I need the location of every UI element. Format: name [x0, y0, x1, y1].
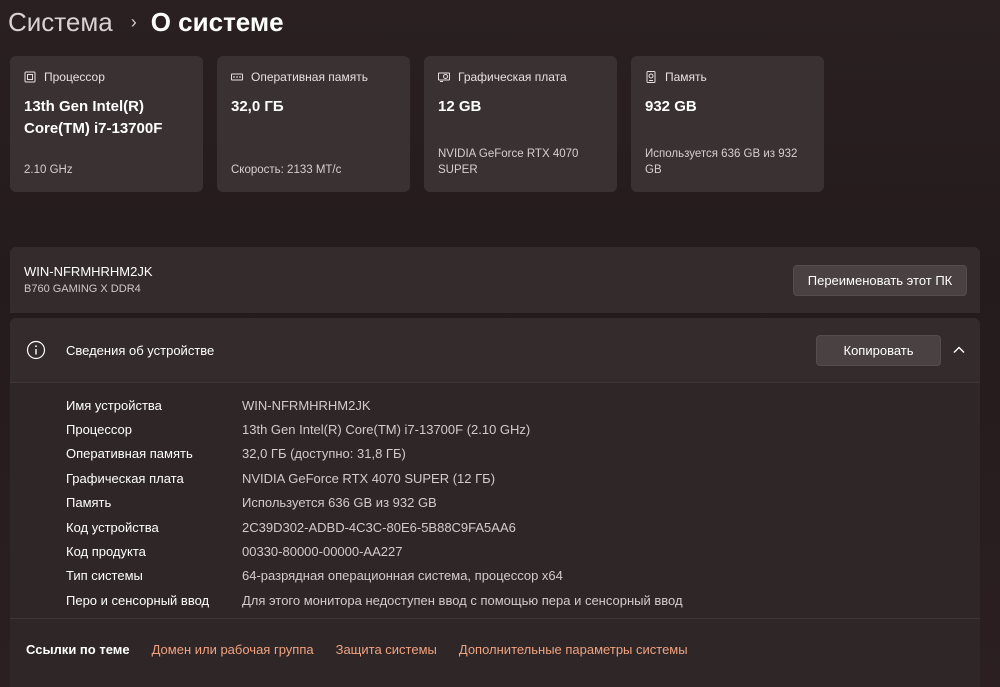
card-sub: NVIDIA GeForce RTX 4070 SUPER — [438, 148, 579, 176]
spec-label: Тип системы — [66, 568, 143, 584]
spec-value: 64-разрядная операционная система, проце… — [242, 568, 563, 584]
device-info-panel: Сведения об устройстве Копировать Имя ус… — [10, 318, 980, 687]
spec-label: Код устройства — [66, 519, 159, 535]
storage-icon — [645, 71, 657, 83]
card-gpu: Графическая плата 12 GB NVIDIA GeForce R… — [424, 56, 617, 192]
gpu-icon — [438, 71, 450, 83]
spec-row-product-id: Код продукта 00330-80000-00000-AA227 — [66, 539, 683, 563]
copy-button[interactable]: Копировать — [816, 335, 941, 366]
pc-name-panel: WIN-NFRMHRHM2JK B760 GAMING X DDR4 Переи… — [10, 247, 980, 313]
breadcrumb-separator: › — [130, 11, 137, 32]
related-links: Ссылки по теме Домен или рабочая группа … — [10, 618, 980, 679]
ram-icon — [231, 71, 243, 83]
spec-label: Процессор — [66, 422, 132, 438]
spec-row-system-type: Тип системы 64-разрядная операционная си… — [66, 564, 683, 588]
card-value: 932 GB — [645, 98, 697, 115]
spec-row-pen-touch: Перо и сенсорный ввод Для этого монитора… — [66, 588, 683, 612]
device-spec-list: Имя устройства WIN-NFRMHRHM2JK Процессор… — [66, 393, 683, 613]
spec-value: 13th Gen Intel(R) Core(TM) i7-13700F (2.… — [242, 422, 531, 438]
card-label: Память — [665, 70, 707, 84]
spec-value: Для этого монитора недоступен ввод с пом… — [242, 592, 683, 608]
device-info-header[interactable]: Сведения об устройстве Копировать — [10, 318, 980, 383]
card-storage: Память 932 GB Используется 636 GB из 932… — [631, 56, 824, 192]
spec-value: WIN-NFRMHRHM2JK — [242, 397, 371, 413]
spec-value: 2C39D302-ADBD-4C3C-80E6-5B88C9FA5AA6 — [242, 519, 516, 535]
breadcrumb-parent-system[interactable]: Система — [8, 7, 113, 38]
page-title: О системе — [150, 6, 284, 37]
card-label: Графическая плата — [458, 70, 567, 84]
spec-row-device-id: Код устройства 2C39D302-ADBD-4C3C-80E6-5… — [66, 515, 683, 539]
card-label: Оперативная память — [251, 70, 368, 84]
link-system-protection[interactable]: Защита системы — [336, 642, 437, 657]
info-icon — [26, 340, 46, 360]
spec-value: NVIDIA GeForce RTX 4070 SUPER (12 ГБ) — [242, 470, 496, 486]
card-ram: Оперативная память 32,0 ГБ Скорость: 213… — [217, 56, 410, 192]
link-advanced-system-settings[interactable]: Дополнительные параметры системы — [459, 642, 688, 657]
spec-row-processor: Процессор 13th Gen Intel(R) Core(TM) i7-… — [66, 417, 683, 441]
pc-model: B760 GAMING X DDR4 — [24, 283, 141, 295]
card-label: Процессор — [44, 70, 105, 84]
cpu-icon — [24, 71, 36, 83]
spec-value: 32,0 ГБ (доступно: 31,8 ГБ) — [242, 446, 406, 462]
related-links-title: Ссылки по теме — [26, 641, 130, 657]
spec-value: Используется 636 GB из 932 GB — [242, 495, 437, 511]
link-domain-workgroup[interactable]: Домен или рабочая группа — [152, 642, 314, 657]
card-sub: Скорость: 2133 МТ/с — [231, 164, 342, 176]
spec-label: Имя устройства — [66, 397, 162, 413]
card-processor: Процессор 13th Gen Intel(R) Core(TM) i7-… — [10, 56, 203, 192]
spec-row-gpu: Графическая плата NVIDIA GeForce RTX 407… — [66, 466, 683, 490]
card-value: 32,0 ГБ — [231, 98, 284, 115]
settings-window: Система › О системе Процессор 13th Gen I… — [0, 0, 1000, 687]
spec-label: Оперативная память — [66, 446, 193, 462]
card-sub: 2.10 GHz — [24, 164, 73, 176]
spec-label: Графическая плата — [66, 470, 184, 486]
card-value: 12 GB — [438, 98, 482, 115]
spec-row-storage: Память Используется 636 GB из 932 GB — [66, 491, 683, 515]
spec-row-device-name: Имя устройства WIN-NFRMHRHM2JK — [66, 393, 683, 417]
spec-label: Перо и сенсорный ввод — [66, 592, 210, 608]
spec-label: Код продукта — [66, 544, 146, 560]
chevron-up-icon[interactable] — [951, 342, 967, 358]
card-sub: Используется 636 GB из 932 GB — [645, 148, 798, 176]
spec-row-ram: Оперативная память 32,0 ГБ (доступно: 31… — [66, 442, 683, 466]
spec-cards: Процессор 13th Gen Intel(R) Core(TM) i7-… — [10, 56, 824, 192]
rename-pc-button[interactable]: Переименовать этот ПК — [793, 265, 967, 296]
spec-value: 00330-80000-00000-AA227 — [242, 544, 403, 560]
pc-name: WIN-NFRMHRHM2JK — [24, 264, 153, 279]
device-info-title: Сведения об устройстве — [66, 343, 215, 358]
breadcrumb: Система › О системе — [8, 4, 284, 40]
spec-label: Память — [66, 495, 112, 511]
card-value: 13th Gen Intel(R) Core(TM) i7-13700F — [24, 98, 163, 137]
